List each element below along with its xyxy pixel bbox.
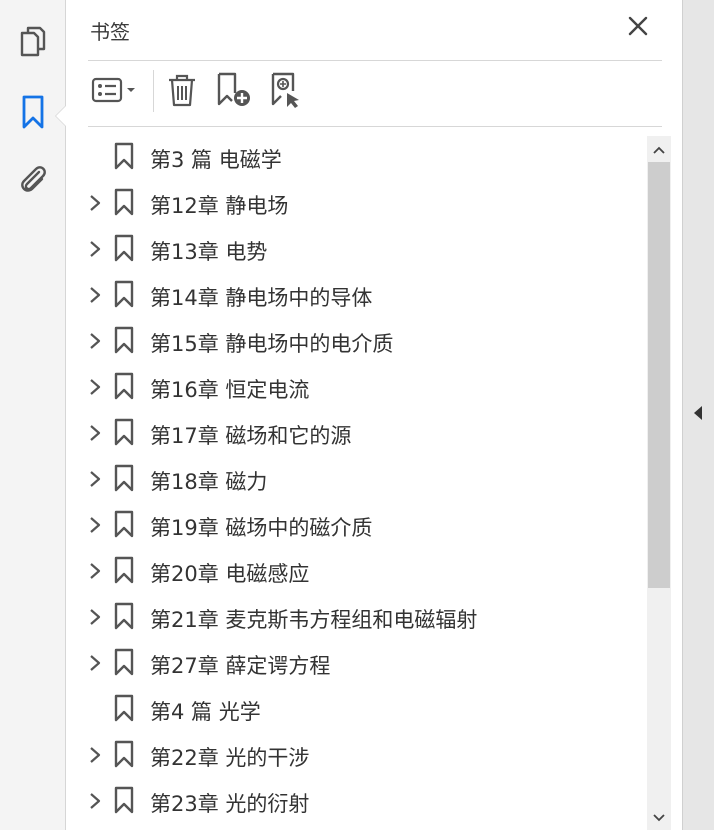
scroll-up-button[interactable]: [647, 136, 671, 160]
bookmarks-panel: 书签 第3 篇 电磁学 第12章 静电场 第13章 电势 第14章 静电场中的导…: [66, 0, 682, 830]
chevron-right-icon[interactable]: [86, 559, 104, 583]
close-panel-button[interactable]: [624, 14, 652, 42]
toolbar-divider: [88, 126, 662, 127]
bookmark-item[interactable]: 第21章 麦克斯韦方程组和电磁辐射: [66, 594, 646, 640]
page-thumbnails-button[interactable]: [13, 24, 53, 64]
chevron-right-icon[interactable]: [86, 191, 104, 215]
bookmark-label[interactable]: 第15章 静电场中的电介质: [150, 328, 393, 358]
bookmark-icon: [112, 556, 136, 584]
bookmark-search-icon: [267, 71, 305, 113]
scrollbar-thumb[interactable]: [648, 162, 670, 588]
bookmark-icon: [112, 372, 136, 400]
bookmark-item[interactable]: 第13章 电势: [66, 226, 646, 272]
bookmark-label[interactable]: 第21章 麦克斯韦方程组和电磁辐射: [150, 604, 477, 634]
paperclip-icon: [17, 163, 49, 201]
scroll-down-button[interactable]: [647, 804, 671, 828]
bookmark-icon: [112, 602, 136, 630]
bookmark-label[interactable]: 第18章 磁力: [150, 466, 267, 496]
bookmark-item[interactable]: 第14章 静电场中的导体: [66, 272, 646, 318]
bookmark-label[interactable]: 第27章 薛定谔方程: [150, 650, 330, 680]
bookmark-label[interactable]: 第23章 光的衍射: [150, 788, 309, 818]
title-divider: [88, 60, 662, 61]
bookmark-icon: [112, 740, 136, 768]
chevron-up-icon: [653, 139, 665, 158]
bookmark-label[interactable]: 第16章 恒定电流: [150, 374, 309, 404]
bookmark-item[interactable]: 第18章 磁力: [66, 456, 646, 502]
bookmark-list: 第3 篇 电磁学 第12章 静电场 第13章 电势第14章 静电场中的导体 第15章 …: [66, 134, 646, 830]
bookmark-icon: [112, 694, 136, 722]
chevron-right-icon[interactable]: [86, 237, 104, 261]
bookmark-item[interactable]: 第3 篇 电磁学: [66, 134, 646, 180]
new-bookmark-from-structure-button[interactable]: [266, 72, 306, 112]
bookmark-label[interactable]: 第3 篇 电磁学: [150, 144, 282, 174]
bookmark-label[interactable]: 第17章 磁场和它的源: [150, 420, 351, 450]
chevron-right-icon[interactable]: [86, 605, 104, 629]
bookmark-icon: [112, 326, 136, 354]
delete-bookmark-button[interactable]: [164, 72, 200, 112]
chevron-down-icon: [653, 807, 665, 826]
bookmark-label[interactable]: 第14章 静电场中的导体: [150, 282, 372, 312]
vertical-scrollbar[interactable]: [647, 136, 671, 830]
bookmark-item[interactable]: 第20章 电磁感应: [66, 548, 646, 594]
bookmark-item[interactable]: 第27章 薛定谔方程: [66, 640, 646, 686]
add-bookmark-icon: [215, 71, 253, 113]
bookmark-label[interactable]: 第19章 磁场中的磁介质: [150, 512, 372, 542]
bookmark-icon: [112, 142, 136, 170]
bookmark-icon: [112, 280, 136, 308]
bookmarks-panel-button[interactable]: [13, 94, 53, 134]
chevron-right-icon[interactable]: [86, 421, 104, 445]
bookmark-icon: [112, 234, 136, 262]
options-menu-button[interactable]: [90, 72, 140, 112]
bookmark-item[interactable]: 第17章 磁场和它的源: [66, 410, 646, 456]
bookmark-icon: [112, 510, 136, 538]
toolbar-separator: [153, 70, 154, 112]
bookmark-label[interactable]: 第13章 电势: [150, 236, 267, 266]
attachments-button[interactable]: [13, 162, 53, 202]
chevron-right-icon[interactable]: [86, 743, 104, 767]
triangle-left-icon: [693, 405, 703, 425]
chevron-right-icon[interactable]: [86, 283, 104, 307]
active-panel-pointer: [56, 106, 66, 126]
bookmark-item[interactable]: 第22章 光的干涉: [66, 732, 646, 778]
chevron-right-icon[interactable]: [86, 329, 104, 353]
bookmark-item[interactable]: 第12章 静电场: [66, 180, 646, 226]
chevron-right-icon[interactable]: [86, 467, 104, 491]
bookmark-label[interactable]: 第22章 光的干涉: [150, 742, 309, 772]
chevron-right-icon[interactable]: [86, 651, 104, 675]
bookmark-item[interactable]: 第4 篇 光学: [66, 686, 646, 732]
bookmark-icon: [112, 648, 136, 676]
panel-title: 书签: [90, 20, 130, 44]
bookmarks-window: 书签 第3 篇 电磁学 第12章 静电场 第13章 电势 第14章 静电场中的导…: [0, 0, 714, 830]
trash-icon: [166, 72, 198, 112]
bookmark-label[interactable]: 第20章 电磁感应: [150, 558, 309, 588]
chevron-right-icon[interactable]: [86, 789, 104, 813]
bookmark-item[interactable]: 第19章 磁场中的磁介质: [66, 502, 646, 548]
chevron-right-icon[interactable]: [86, 513, 104, 537]
bookmark-icon: [112, 418, 136, 446]
bookmark-item[interactable]: 第16章 恒定电流: [66, 364, 646, 410]
options-menu-icon: [91, 76, 139, 108]
bookmark-icon: [112, 786, 136, 814]
bookmark-icon: [20, 94, 46, 134]
panel-collapse-strip: [682, 0, 714, 830]
close-icon: [627, 15, 649, 41]
bookmark-label[interactable]: 第12章 静电场: [150, 190, 288, 220]
bookmark-icon: [112, 188, 136, 216]
add-bookmark-button[interactable]: [214, 72, 254, 112]
bookmark-item[interactable]: 第15章 静电场中的电介质: [66, 318, 646, 364]
bookmark-label[interactable]: 第4 篇 光学: [150, 696, 261, 726]
bookmark-icon: [112, 464, 136, 492]
collapse-panel-button[interactable]: [687, 402, 709, 428]
bookmark-item[interactable]: 第23章 光的衍射: [66, 778, 646, 824]
chevron-right-icon[interactable]: [86, 375, 104, 399]
pages-icon: [18, 25, 48, 63]
